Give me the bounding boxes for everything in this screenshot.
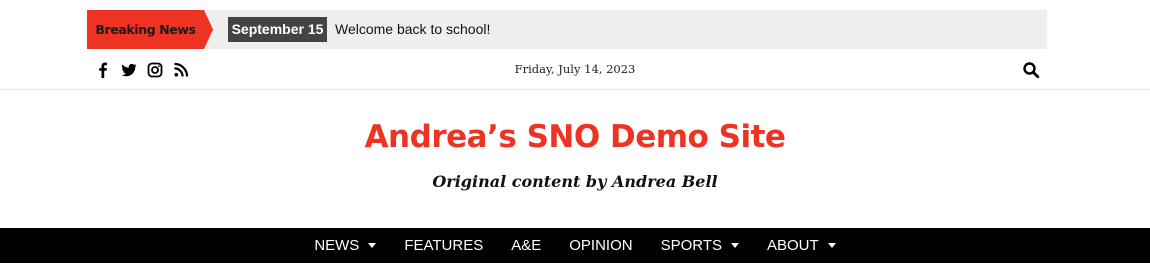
nav-item-label: ABOUT (766, 237, 819, 254)
nav-item-label: FEATURES (404, 237, 484, 254)
nav-item-news[interactable]: NEWS (300, 228, 390, 263)
nav-item-features[interactable]: FEATURES (390, 228, 497, 263)
nav-item-label: A&E (511, 237, 542, 254)
search-icon[interactable] (1022, 61, 1040, 79)
breaking-news-tag: Breaking News (87, 10, 213, 49)
nav-item-ae[interactable]: A&E (497, 228, 555, 263)
site-title[interactable]: Andrea’s SNO Demo Site (0, 119, 1150, 155)
nav-item-opinion[interactable]: OPINION (555, 228, 646, 263)
chevron-down-icon (730, 243, 739, 248)
breaking-news-label: Breaking News (95, 22, 196, 37)
nav-item-sports[interactable]: SPORTS (647, 228, 753, 263)
main-nav: NEWS FEATURES A&E OPINION SPORTS ABOUT (0, 228, 1150, 263)
ticker-date-badge: September 15 (228, 17, 327, 42)
ticker-headline-link[interactable]: Welcome back to school! (335, 17, 490, 42)
utility-bar: Friday, July 14, 2023 (0, 50, 1150, 90)
site-tagline: Original content by Andrea Bell (432, 172, 718, 191)
nav-item-label: OPINION (569, 237, 633, 254)
current-date: Friday, July 14, 2023 (514, 62, 636, 76)
nav-item-about[interactable]: ABOUT (753, 228, 850, 263)
breaking-news-ticker: Breaking News September 15 Welcome back … (87, 10, 1047, 49)
chevron-down-icon (827, 243, 836, 248)
chevron-down-icon (368, 243, 377, 248)
nav-item-label: NEWS (314, 237, 360, 254)
nav-item-label: SPORTS (660, 237, 722, 254)
